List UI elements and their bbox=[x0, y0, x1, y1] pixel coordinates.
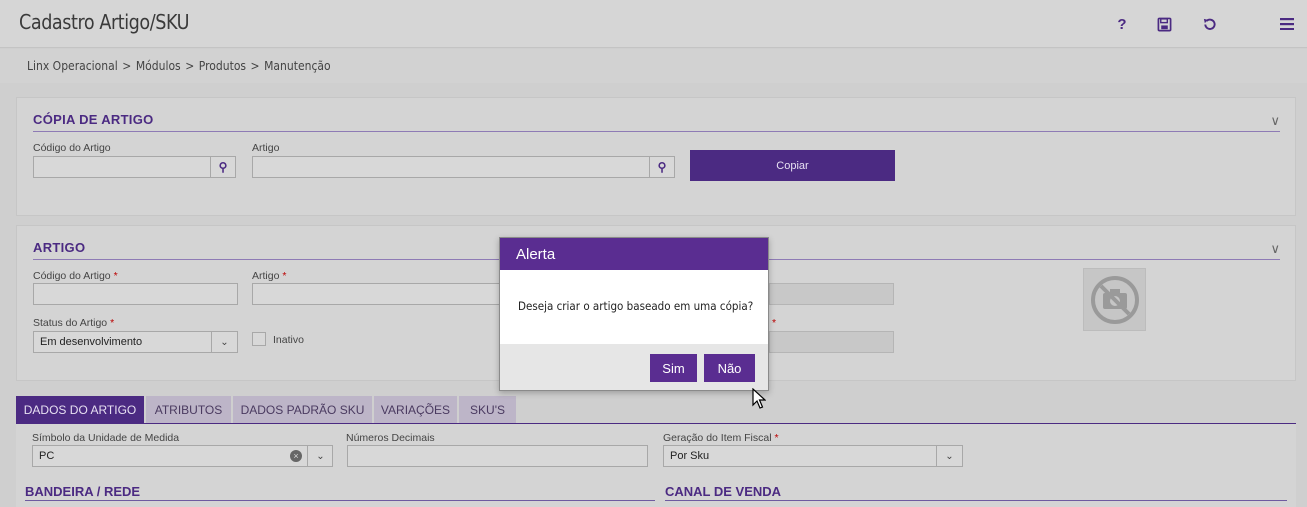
article-code-input[interactable] bbox=[33, 283, 238, 305]
article-readonly-field bbox=[769, 283, 894, 305]
tab-variacoes[interactable]: VARIAÇÕES bbox=[374, 396, 458, 423]
inactive-label: Inativo bbox=[273, 334, 304, 346]
article-title: ARTIGO bbox=[33, 240, 86, 255]
article-name-label: Artigo * bbox=[252, 270, 287, 282]
banner-section-line bbox=[25, 500, 655, 501]
chevron-down-icon[interactable]: ⌄ bbox=[936, 445, 962, 467]
tab-content: Símbolo da Unidade de Medida PC × ⌄ Núme… bbox=[16, 424, 1296, 507]
breadcrumb-separator: > bbox=[250, 59, 260, 73]
copy-code-input[interactable] bbox=[33, 156, 211, 178]
channel-section-line bbox=[665, 500, 1287, 501]
mouse-cursor-icon bbox=[752, 387, 767, 415]
no-photo-icon[interactable] bbox=[1083, 268, 1146, 331]
copy-article-title: CÓPIA DE ARTIGO bbox=[33, 112, 154, 127]
no-button[interactable]: Não bbox=[704, 354, 755, 382]
breadcrumb-bar: Linx Operacional > Módulos > Produtos > Manute… bbox=[0, 49, 1307, 83]
inactive-checkbox[interactable] bbox=[252, 332, 266, 346]
banner-section-title: BANDEIRA / REDE bbox=[25, 484, 141, 499]
status-select[interactable]: Em desenvolvimento ⌄ bbox=[33, 331, 238, 353]
copy-article-panel: CÓPIA DE ARTIGO ∨ Código do Artigo ⚲ Art… bbox=[16, 97, 1296, 216]
page-title: Cadastro Artigo/SKU bbox=[19, 10, 190, 34]
clear-icon[interactable]: × bbox=[290, 450, 302, 462]
alert-dialog: Alerta Deseja criar o artigo baseado em … bbox=[499, 237, 769, 391]
decimals-input[interactable] bbox=[347, 445, 648, 467]
breadcrumb-item: Manutenção bbox=[264, 59, 331, 73]
fiscal-label: Geração do Item Fiscal * bbox=[663, 432, 779, 444]
required-mark: * bbox=[772, 317, 777, 329]
breadcrumb-item[interactable]: Produtos bbox=[199, 59, 246, 73]
copy-article-label: Artigo bbox=[252, 142, 280, 154]
status-value: Em desenvolvimento bbox=[40, 336, 143, 348]
help-icon[interactable]: ? bbox=[1112, 14, 1132, 34]
tab-skus[interactable]: SKU'S bbox=[459, 396, 517, 423]
chevron-down-icon[interactable]: ∨ bbox=[1270, 113, 1280, 129]
fiscal-select[interactable]: Por Sku ⌄ bbox=[663, 445, 963, 467]
chevron-down-icon[interactable]: ⌄ bbox=[307, 445, 333, 467]
unit-label: Símbolo da Unidade de Medida bbox=[32, 432, 180, 444]
save-icon[interactable] bbox=[1154, 14, 1174, 34]
channel-section-title: CANAL DE VENDA bbox=[665, 484, 782, 499]
breadcrumb-separator: > bbox=[185, 59, 195, 73]
breadcrumb: Linx Operacional > Módulos > Produtos > Manute… bbox=[27, 59, 331, 73]
copy-article-input[interactable] bbox=[252, 156, 650, 178]
chevron-down-icon[interactable]: ⌄ bbox=[211, 331, 237, 353]
tab-atributos[interactable]: ATRIBUTOS bbox=[146, 396, 232, 423]
alert-title: Alerta bbox=[516, 246, 556, 263]
undo-icon[interactable] bbox=[1199, 14, 1219, 34]
search-icon[interactable]: ⚲ bbox=[649, 156, 675, 178]
alert-message: Deseja criar o artigo baseado em uma cóp… bbox=[518, 299, 754, 313]
copy-article-header[interactable]: CÓPIA DE ARTIGO ∨ bbox=[33, 110, 1280, 132]
breadcrumb-item[interactable]: Módulos bbox=[136, 59, 181, 73]
chevron-down-icon[interactable]: ∨ bbox=[1270, 241, 1280, 257]
tab-dados-artigo[interactable]: DADOS DO ARTIGO bbox=[16, 396, 145, 423]
alert-header: Alerta bbox=[500, 238, 768, 270]
breadcrumb-item[interactable]: Linx Operacional bbox=[27, 59, 118, 73]
fiscal-value: Por Sku bbox=[670, 450, 710, 462]
breadcrumb-separator: > bbox=[122, 59, 132, 73]
decimals-label: Números Decimais bbox=[346, 432, 435, 444]
copy-button[interactable]: Copiar bbox=[690, 150, 895, 181]
copy-code-label: Código do Artigo bbox=[33, 142, 111, 154]
tab-dados-padrao-sku[interactable]: DADOS PADRÃO SKU bbox=[233, 396, 373, 423]
menu-icon[interactable] bbox=[1277, 14, 1297, 34]
article-readonly-field-2 bbox=[769, 331, 894, 353]
unit-value: PC bbox=[39, 450, 55, 462]
article-code-label: Código do Artigo * bbox=[33, 270, 118, 282]
status-label: Status do Artigo * bbox=[33, 317, 115, 329]
article-name-input[interactable] bbox=[252, 283, 512, 305]
search-icon[interactable]: ⚲ bbox=[210, 156, 236, 178]
top-bar: Cadastro Artigo/SKU ? bbox=[0, 0, 1307, 48]
unit-select[interactable]: PC bbox=[32, 445, 333, 467]
yes-button[interactable]: Sim bbox=[650, 354, 697, 382]
